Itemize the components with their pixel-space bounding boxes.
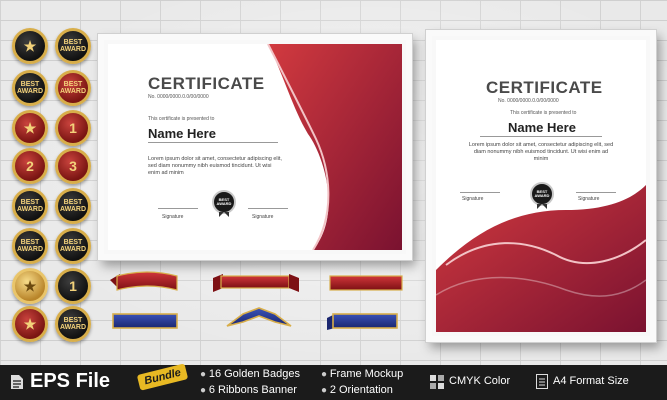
- badge-gold-plain: ★: [12, 268, 48, 304]
- badge-number-one-red: 1: [55, 110, 91, 146]
- portrait-certificate: CERTIFICATE No. 0000/0000.0.0/00/0000 Th…: [436, 40, 646, 332]
- eps-file-label: EPS File: [30, 370, 111, 392]
- badge-best-award-shield: BEST AWARD: [55, 188, 91, 224]
- portrait-cert-presented-text: This certificate is presented to: [510, 110, 577, 116]
- feature-a4-format: A4 Format Size: [553, 375, 629, 387]
- portrait-cert-number: No. 0000/0000.0.0/00/0000: [498, 98, 559, 104]
- ribbon-red-curved: [110, 271, 178, 291]
- badge-gold-laurel: ★: [12, 28, 48, 64]
- portrait-cert-body-text: Lorem ipsum dolor sit amet, consectetur …: [468, 142, 614, 162]
- cert-seal: BEST AWARD: [212, 190, 236, 217]
- badge-best-award-red: BEST AWARD: [55, 70, 91, 106]
- feature-orientation: ● 2 Orientation: [321, 384, 393, 396]
- badge-best-award-gold-ring: BEST AWARD: [12, 188, 48, 224]
- badge-number-one-dark: 1: [55, 268, 91, 304]
- bullet-icon: ●: [200, 385, 209, 396]
- landscape-frame: CERTIFICATE No. 0000/0000.0.0/00/0000 Th…: [98, 34, 412, 260]
- badge-star-red: ★: [12, 110, 48, 146]
- portrait-signature-label-left: Signature: [462, 196, 484, 202]
- feature-golden-badges: ● 16 Golden Badges: [200, 368, 300, 380]
- ribbon-blue-straight: [112, 313, 178, 329]
- portrait-cert-seal: BEST AWARD: [530, 182, 554, 209]
- feature-cmyk: CMYK Color: [449, 375, 511, 387]
- ribbon-blue-peaked: [226, 307, 292, 327]
- bullet-icon: ●: [200, 369, 209, 380]
- file-icon: [11, 375, 23, 389]
- ribbon-red-folded: [213, 274, 299, 292]
- badge-best-award-laurel: BEST AWARD: [55, 228, 91, 264]
- footer-bar: EPS File Bundle ● 16 Golden Badges ● 6 R…: [0, 363, 667, 400]
- badge-best-award-black: BEST AWARD: [55, 306, 91, 342]
- landscape-certificate: CERTIFICATE No. 0000/0000.0.0/00/0000 Th…: [108, 44, 402, 250]
- ribbons-panel: [110, 271, 403, 330]
- badge-number-three: 3: [55, 148, 91, 184]
- cmyk-icon: [430, 375, 444, 389]
- badge-star-gold-ring: ★: [12, 306, 48, 342]
- badge-best-award-small: BEST AWARD: [12, 228, 48, 264]
- portrait-signature-line-left: [460, 192, 500, 193]
- badge-best-award-dark: BEST AWARD: [12, 70, 48, 106]
- signature-label-right: Signature: [252, 214, 274, 220]
- badge-best-award-ribbon: BEST AWARD: [55, 28, 91, 64]
- cert-name: Name Here: [148, 126, 216, 141]
- cert-name-underline: [148, 142, 278, 143]
- portrait-signature-line-right: [576, 192, 616, 193]
- ribbon-red-straight: [329, 275, 403, 291]
- cert-title: CERTIFICATE: [148, 74, 265, 93]
- portrait-cert-name-underline: [480, 136, 602, 137]
- feature-frame-mockup: ● Frame Mockup: [321, 368, 404, 380]
- portrait-cert-name: Name Here: [508, 120, 576, 135]
- bullet-icon: ●: [321, 369, 330, 380]
- signature-line-left: [158, 208, 198, 209]
- cert-presented-text: This certificate is presented to: [148, 116, 215, 122]
- signature-label-left: Signature: [162, 214, 184, 220]
- ribbon-blue-folded: [327, 313, 398, 330]
- portrait-cert-title: CERTIFICATE: [486, 78, 603, 97]
- cert-body-text: Lorem ipsum dolor sit amet, consectetur …: [148, 156, 282, 176]
- signature-line-right: [248, 208, 288, 209]
- portrait-signature-label-right: Signature: [578, 196, 600, 202]
- portrait-frame: CERTIFICATE No. 0000/0000.0.0/00/0000 Th…: [426, 30, 656, 342]
- cert-number: No. 0000/0000.0.0/00/0000: [148, 94, 209, 100]
- bundle-tag: Bundle: [136, 363, 189, 391]
- bullet-icon: ●: [321, 385, 330, 396]
- badge-number-two: 2: [12, 148, 48, 184]
- document-icon: [536, 374, 548, 389]
- feature-ribbons: ● 6 Ribbons Banner: [200, 384, 297, 396]
